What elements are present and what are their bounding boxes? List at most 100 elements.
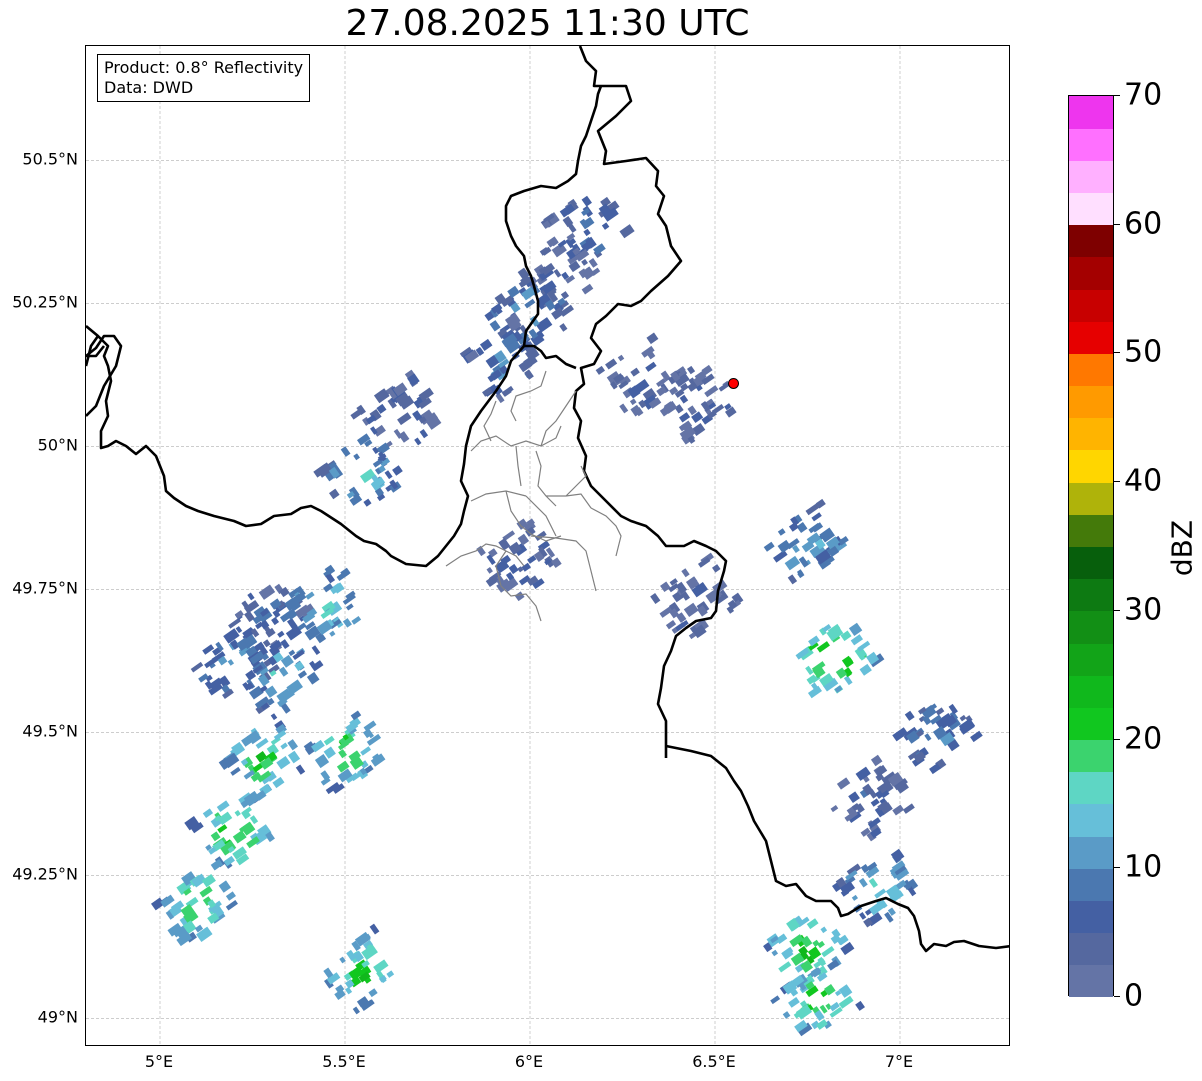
colorbar-segment bbox=[1069, 675, 1113, 708]
echo-bin bbox=[234, 810, 241, 817]
echo-cluster bbox=[184, 790, 275, 871]
colorbar-label: dBZ bbox=[1165, 519, 1199, 577]
echo-cluster bbox=[303, 710, 386, 795]
data-source-label: Data: DWD bbox=[104, 78, 194, 97]
echo-bin bbox=[545, 547, 556, 558]
echo-cluster bbox=[892, 703, 983, 775]
x-tick-label: 6.5°E bbox=[692, 1052, 736, 1071]
echo-bin bbox=[398, 431, 410, 443]
echo-bin bbox=[342, 618, 352, 628]
y-tick-label: 49.25°N bbox=[12, 864, 78, 884]
echo-cluster bbox=[650, 552, 744, 640]
x-tick-label: 6°E bbox=[514, 1052, 544, 1071]
echo-bin bbox=[777, 539, 792, 553]
colorbar-segment bbox=[1069, 900, 1113, 934]
echo-bin bbox=[305, 591, 315, 600]
colorbar-tick-label: 0 bbox=[1124, 978, 1144, 1014]
echo-bin bbox=[851, 894, 859, 901]
echo-bin bbox=[959, 714, 967, 722]
colorbar-segment bbox=[1069, 449, 1113, 483]
echo-bin bbox=[297, 670, 308, 679]
echo-bin bbox=[535, 317, 553, 333]
echo-bin bbox=[359, 468, 376, 484]
echo-bin bbox=[645, 361, 657, 372]
echo-bin bbox=[858, 877, 868, 888]
echo-bin bbox=[601, 222, 610, 230]
colorbar-segment bbox=[1069, 224, 1113, 258]
colorbar-tick-mark bbox=[1114, 481, 1120, 483]
colorbar-segment bbox=[1069, 128, 1113, 161]
colorbar-segment bbox=[1069, 192, 1113, 226]
colorbar-tick-label: 70 bbox=[1124, 77, 1163, 113]
echo-bin bbox=[288, 649, 296, 657]
echo-bin bbox=[581, 258, 588, 266]
echo-bin bbox=[820, 926, 828, 934]
echo-bin bbox=[683, 602, 699, 618]
radar-site-marker bbox=[728, 377, 739, 389]
echo-bin bbox=[486, 554, 496, 566]
echo-bin bbox=[551, 557, 562, 569]
echo-bin bbox=[392, 465, 403, 476]
radar-map[interactable] bbox=[85, 45, 1010, 1046]
echo-bin bbox=[397, 412, 412, 426]
y-tick-label: 49°N bbox=[37, 1007, 78, 1027]
echo-bin bbox=[350, 710, 362, 721]
echo-bin bbox=[247, 592, 255, 601]
echo-cluster bbox=[595, 332, 690, 417]
border-belgium-luxembourg bbox=[86, 325, 525, 568]
echo-bin bbox=[524, 369, 534, 380]
border-germany-south bbox=[665, 744, 1009, 953]
echo-bin bbox=[386, 970, 395, 978]
echo-bin bbox=[218, 880, 232, 893]
product-label: Product: 0.8° Reflectivity bbox=[104, 58, 304, 77]
echo-bin bbox=[198, 673, 209, 683]
echo-bin bbox=[216, 800, 230, 812]
echo-bin bbox=[619, 403, 629, 414]
echo-bin bbox=[605, 358, 618, 370]
echo-bin bbox=[559, 323, 568, 332]
echo-bin bbox=[323, 735, 335, 746]
echo-bin bbox=[489, 320, 501, 332]
echo-bin bbox=[687, 405, 697, 416]
colorbar-tick-mark bbox=[1114, 609, 1120, 611]
colorbar-segment bbox=[1069, 96, 1113, 129]
colorbar-tick-label: 50 bbox=[1124, 334, 1163, 370]
echo-bin bbox=[848, 791, 860, 804]
colorbar-tick-mark bbox=[1114, 738, 1120, 740]
echo-bin bbox=[770, 995, 781, 1005]
colorbar-segment bbox=[1069, 932, 1113, 966]
echo-bin bbox=[553, 268, 562, 278]
echo-bin bbox=[681, 568, 690, 578]
colorbar-segment bbox=[1069, 836, 1113, 869]
echo-bin bbox=[369, 923, 380, 935]
echo-bin bbox=[892, 804, 905, 816]
echo-bin bbox=[225, 900, 238, 911]
echo-bin bbox=[199, 885, 213, 898]
product-info-box: Product: 0.8° Reflectivity Data: DWD bbox=[97, 54, 311, 102]
echo-bin bbox=[363, 720, 377, 732]
echo-bin bbox=[686, 365, 696, 375]
echo-bin bbox=[581, 283, 594, 295]
echo-bin bbox=[517, 533, 530, 546]
echo-bin bbox=[583, 228, 591, 237]
colorbar-tick-mark bbox=[1114, 352, 1120, 354]
colorbar-tick-label: 30 bbox=[1124, 592, 1163, 628]
colorbar-segment bbox=[1069, 803, 1113, 837]
colorbar-tick-label: 60 bbox=[1124, 206, 1163, 242]
echo-bin bbox=[234, 610, 244, 619]
colorbar-segment bbox=[1069, 771, 1113, 805]
echo-bin bbox=[352, 1006, 360, 1015]
colorbar-segment bbox=[1069, 514, 1113, 547]
echo-bin bbox=[258, 584, 276, 600]
echo-bin bbox=[360, 746, 372, 756]
colorbar-tick-mark bbox=[1114, 95, 1120, 96]
colorbar-segment bbox=[1069, 353, 1113, 387]
echo-bin bbox=[227, 659, 235, 666]
echo-cluster bbox=[323, 923, 395, 1015]
y-tick-label: 50.25°N bbox=[12, 292, 78, 312]
echo-bin bbox=[287, 750, 301, 764]
echo-bin bbox=[419, 429, 429, 439]
y-tick-label: 49.5°N bbox=[22, 721, 78, 741]
echo-bin bbox=[850, 634, 864, 646]
y-tick-label: 50.5°N bbox=[22, 149, 78, 169]
